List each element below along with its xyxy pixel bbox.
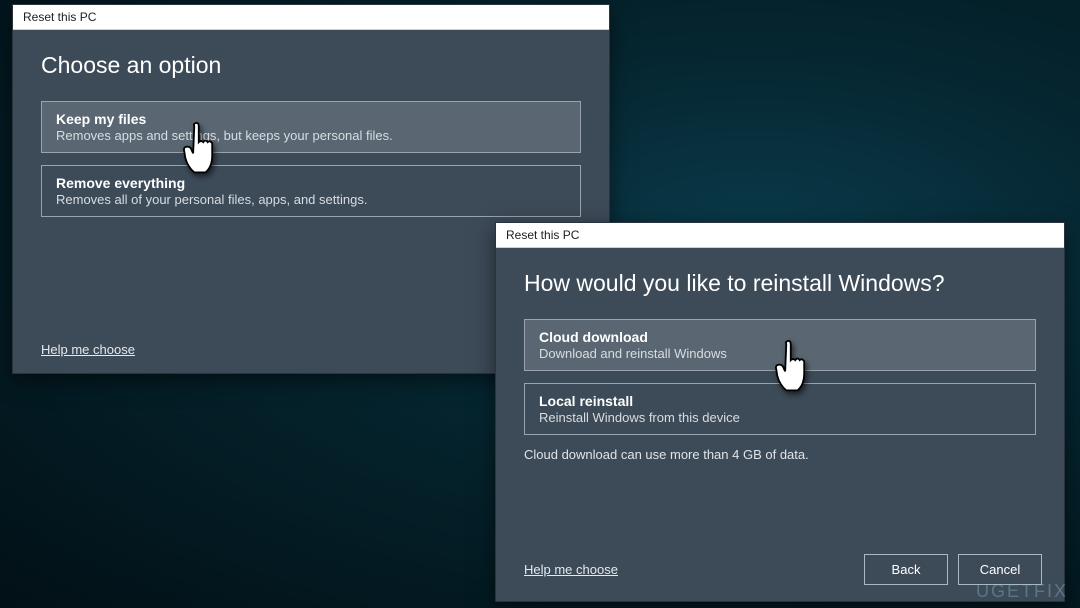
option-title: Cloud download	[539, 329, 1021, 345]
option-keep-my-files[interactable]: Keep my files Removes apps and settings,…	[41, 101, 581, 153]
dialog-heading: Choose an option	[41, 52, 581, 79]
help-me-choose-link[interactable]: Help me choose	[524, 562, 618, 577]
watermark: UGETFIX	[976, 581, 1068, 602]
dialog-titlebar: Reset this PC	[13, 5, 609, 30]
dialog-heading: How would you like to reinstall Windows?	[524, 270, 1036, 297]
back-button[interactable]: Back	[864, 554, 948, 585]
option-description: Download and reinstall Windows	[539, 346, 1021, 361]
option-local-reinstall[interactable]: Local reinstall Reinstall Windows from t…	[524, 383, 1036, 435]
data-usage-note: Cloud download can use more than 4 GB of…	[524, 447, 1036, 462]
option-title: Remove everything	[56, 175, 566, 191]
reset-pc-dialog-reinstall: Reset this PC How would you like to rein…	[495, 222, 1065, 602]
option-cloud-download[interactable]: Cloud download Download and reinstall Wi…	[524, 319, 1036, 371]
dialog-titlebar: Reset this PC	[496, 223, 1064, 248]
dialog-body: How would you like to reinstall Windows?…	[496, 248, 1064, 480]
option-description: Removes apps and settings, but keeps you…	[56, 128, 566, 143]
dialog-body: Choose an option Keep my files Removes a…	[13, 30, 609, 247]
option-description: Reinstall Windows from this device	[539, 410, 1021, 425]
option-title: Keep my files	[56, 111, 566, 127]
option-title: Local reinstall	[539, 393, 1021, 409]
option-description: Removes all of your personal files, apps…	[56, 192, 566, 207]
dialog-footer: Help me choose Back Cancel	[524, 554, 1042, 585]
option-remove-everything[interactable]: Remove everything Removes all of your pe…	[41, 165, 581, 217]
help-me-choose-link[interactable]: Help me choose	[41, 342, 135, 357]
